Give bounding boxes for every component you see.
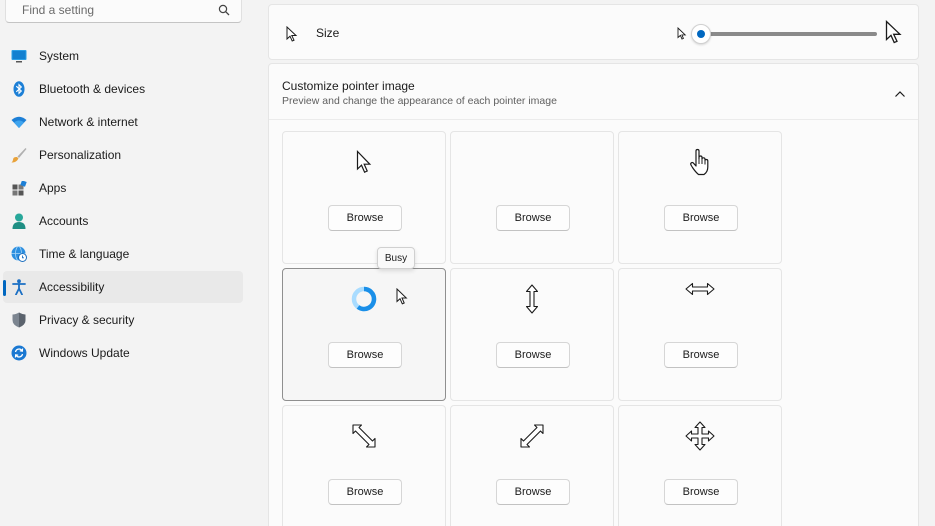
pointer-tile-horizontal-resize[interactable]: Browse — [618, 268, 782, 401]
search-icon[interactable] — [217, 3, 231, 17]
sidebar-item-label: Accounts — [39, 214, 89, 228]
section-subtitle: Preview and change the appearance of eac… — [282, 95, 557, 107]
small-pointer-icon — [677, 26, 687, 45]
sidebar-item-accessibility[interactable]: Accessibility — [3, 271, 243, 303]
pointer-tile-normal[interactable]: Browse — [282, 131, 446, 264]
slider-thumb[interactable] — [691, 24, 711, 44]
sidebar-item-label: Network & internet — [39, 115, 138, 129]
pointer-tile-busy[interactable]: Browse — [282, 268, 446, 401]
main-content: Size Customize pointer image Preview and… — [268, 0, 919, 526]
sidebar-item-bluetooth[interactable]: Bluetooth & devices — [3, 73, 243, 105]
hand-pointer-icon — [689, 148, 711, 181]
apps-icon — [11, 180, 27, 196]
sidebar-item-system[interactable]: System — [3, 40, 243, 72]
browse-button[interactable]: Browse — [496, 205, 570, 231]
large-pointer-icon — [885, 19, 903, 49]
section-title: Customize pointer image — [282, 79, 415, 93]
horizontal-resize-icon — [685, 282, 715, 301]
sidebar: System Bluetooth & devices Network & int… — [0, 0, 255, 526]
browse-button[interactable]: Browse — [328, 342, 402, 368]
search-input[interactable] — [22, 2, 217, 17]
pointer-icon — [286, 25, 298, 47]
browse-button[interactable]: Browse — [328, 479, 402, 505]
pointer-tile-vertical-resize[interactable]: Browse — [450, 268, 614, 401]
bluetooth-icon — [11, 81, 27, 97]
sidebar-item-accounts[interactable]: Accounts — [3, 205, 243, 237]
system-icon — [11, 48, 27, 64]
sidebar-item-label: Time & language — [39, 247, 130, 261]
sidebar-item-label: Apps — [39, 181, 67, 195]
sidebar-item-label: System — [39, 49, 80, 63]
sidebar-item-personalization[interactable]: Personalization — [3, 139, 243, 171]
sidebar-item-time-language[interactable]: Time & language — [3, 238, 243, 270]
update-icon — [11, 345, 27, 361]
pointer-size-slider[interactable] — [677, 18, 907, 50]
brush-icon — [11, 147, 27, 163]
busy-tooltip: Busy — [377, 247, 415, 269]
browse-button[interactable]: Browse — [664, 205, 738, 231]
sidebar-item-windows-update[interactable]: Windows Update — [3, 337, 243, 369]
search-box[interactable] — [5, 0, 242, 23]
sidebar-item-privacy-security[interactable]: Privacy & security — [3, 304, 243, 336]
sidebar-item-label: Bluetooth & devices — [39, 82, 146, 96]
browse-button[interactable]: Browse — [664, 342, 738, 368]
mouse-cursor-icon — [396, 287, 408, 310]
browse-button[interactable]: Browse — [664, 479, 738, 505]
busy-ring-icon — [350, 285, 378, 318]
pointer-tile-empty[interactable]: Browse — [450, 131, 614, 264]
size-setting-card: Size — [268, 4, 919, 60]
nav-list: System Bluetooth & devices Network & int… — [3, 40, 243, 370]
move-icon — [685, 420, 715, 456]
vertical-resize-icon — [525, 283, 539, 319]
sidebar-item-label: Accessibility — [39, 280, 105, 294]
sidebar-item-network[interactable]: Network & internet — [3, 106, 243, 138]
wifi-icon — [11, 114, 27, 130]
diagonal-resize-nwse-icon — [351, 423, 377, 454]
arrow-pointer-icon — [356, 149, 372, 179]
diagonal-resize-nesw-icon — [519, 423, 545, 454]
globe-clock-icon — [11, 246, 27, 262]
sidebar-item-label: Privacy & security — [39, 313, 135, 327]
shield-icon — [11, 312, 27, 328]
pointer-tile-diagonal-resize-1[interactable]: Browse — [282, 405, 446, 526]
browse-button[interactable]: Browse — [496, 342, 570, 368]
pointer-tile-move[interactable]: Browse — [618, 405, 782, 526]
sidebar-item-label: Windows Update — [39, 346, 130, 360]
pointer-tile-link[interactable]: Browse — [618, 131, 782, 264]
sidebar-item-apps[interactable]: Apps — [3, 172, 243, 204]
person-icon — [11, 213, 27, 229]
customize-pointer-header[interactable]: Customize pointer image Preview and chan… — [269, 64, 918, 120]
pointer-tile-diagonal-resize-2[interactable]: Browse — [450, 405, 614, 526]
size-label: Size — [316, 26, 340, 40]
accessibility-icon — [11, 279, 27, 295]
chevron-up-icon[interactable] — [894, 85, 906, 103]
sidebar-item-label: Personalization — [39, 148, 122, 162]
customize-pointer-card: Customize pointer image Preview and chan… — [268, 63, 919, 526]
slider-track[interactable] — [701, 32, 877, 36]
browse-button[interactable]: Browse — [328, 205, 402, 231]
browse-button[interactable]: Browse — [496, 479, 570, 505]
